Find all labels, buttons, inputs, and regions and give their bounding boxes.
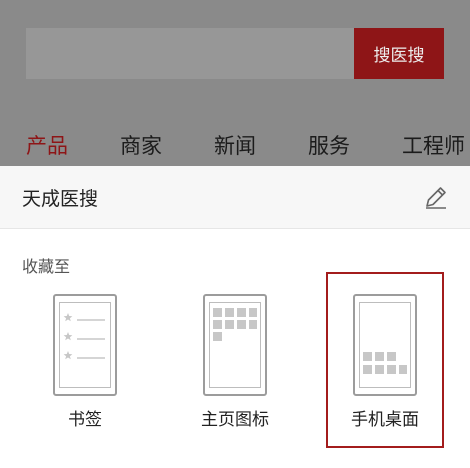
tab-products[interactable]: 产品 <box>26 130 68 160</box>
tab-engineers[interactable]: 工程师 <box>402 130 465 160</box>
bookmark-list-icon <box>63 313 105 360</box>
device-frame <box>353 294 417 396</box>
search-input[interactable] <box>26 28 354 79</box>
option-label: 手机桌面 <box>351 410 419 430</box>
phone-desktop-icon <box>363 352 407 374</box>
search-button[interactable]: 搜医搜 <box>354 28 444 79</box>
device-frame <box>203 294 267 396</box>
option-phone-desktop[interactable]: 手机桌面 <box>326 272 444 448</box>
option-bookmarks[interactable]: 书签 <box>28 274 142 446</box>
pencil-icon[interactable] <box>422 183 450 211</box>
tab-services[interactable]: 服务 <box>308 130 350 160</box>
tab-news[interactable]: 新闻 <box>214 130 256 160</box>
option-label: 书签 <box>68 410 102 430</box>
device-frame <box>53 294 117 396</box>
bookmark-sheet: 天成医搜 收藏至 书签 主页图标 手机桌面 <box>0 166 470 468</box>
sheet-header: 天成医搜 <box>0 166 470 229</box>
tab-merchants[interactable]: 商家 <box>120 130 162 160</box>
option-home-icons[interactable]: 主页图标 <box>178 274 292 446</box>
sheet-title: 天成医搜 <box>22 188 99 210</box>
option-label: 主页图标 <box>201 410 269 430</box>
home-grid-icon <box>213 308 257 341</box>
dimmed-page-background: 搜医搜 产品 商家 新闻 服务 工程师 <box>0 0 470 166</box>
category-tabs: 产品 商家 新闻 服务 工程师 <box>0 130 470 166</box>
